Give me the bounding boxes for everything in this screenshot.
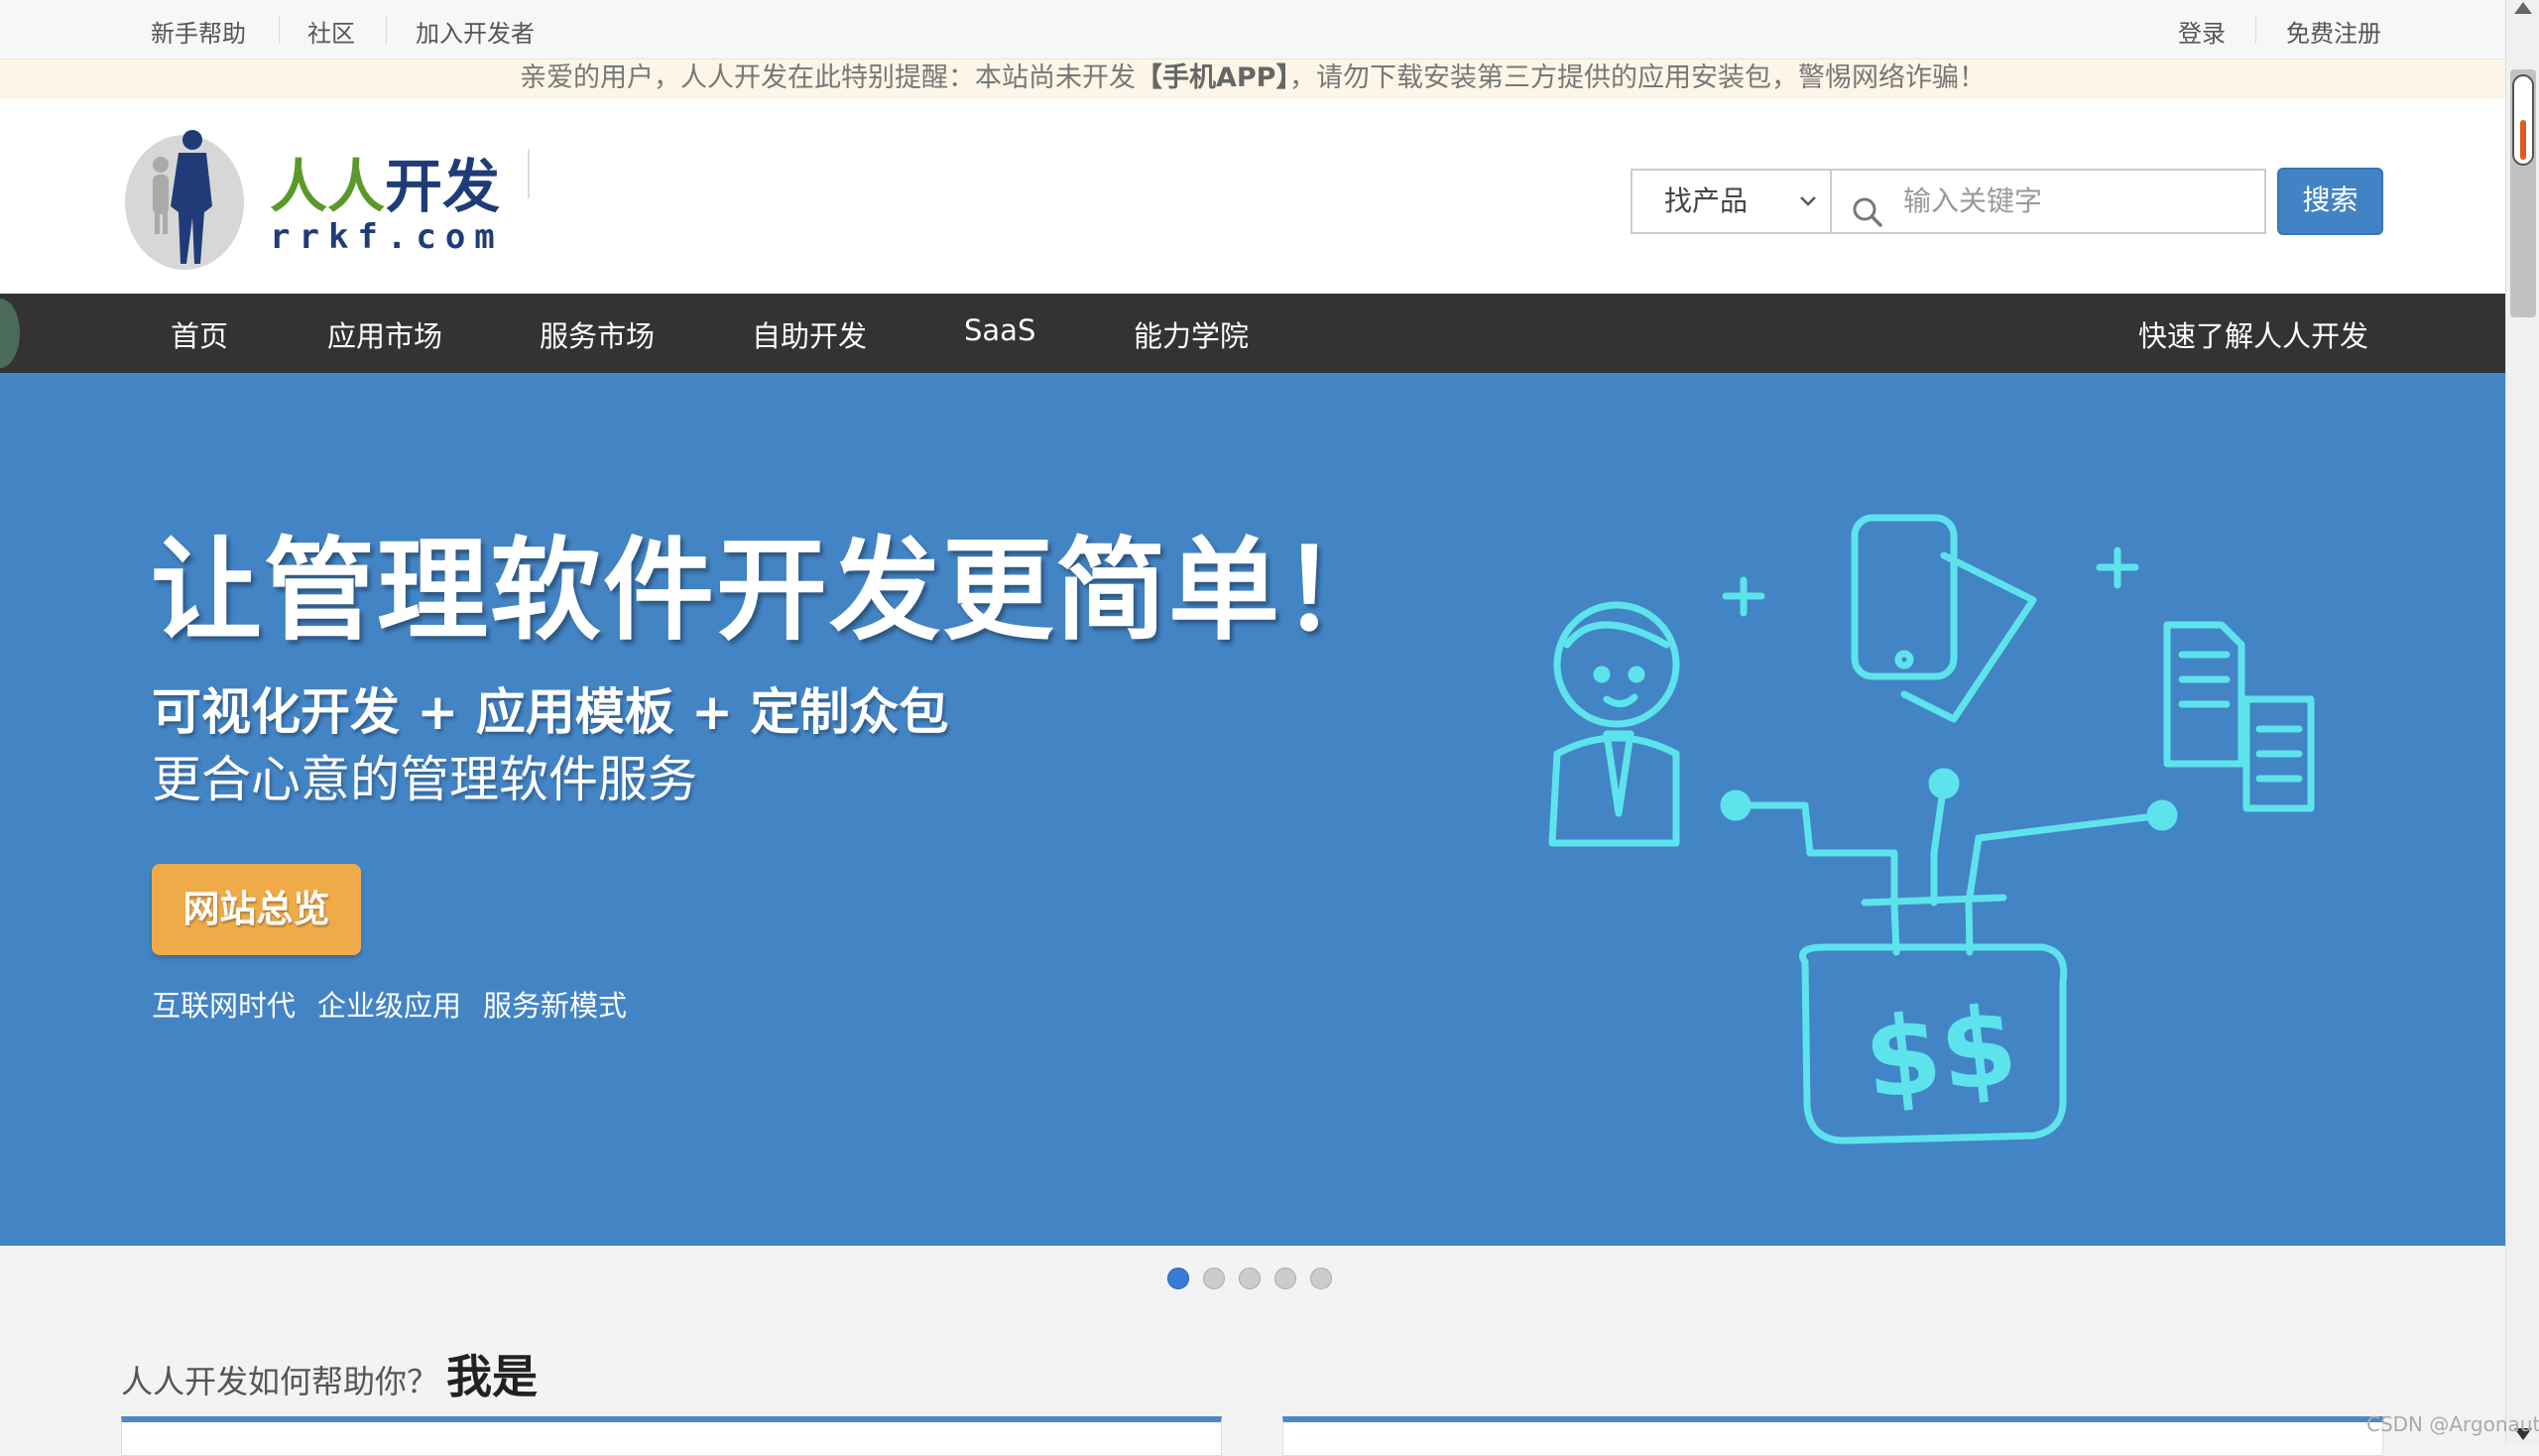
- hero-tag: 企业级应用: [317, 989, 462, 1023]
- divider: [2255, 16, 2256, 44]
- top-bar: 新手帮助 社区 加入开发者 登录 免费注册: [0, 0, 2505, 60]
- search-icon: [1852, 188, 1883, 250]
- logo-en: rrkf.com: [270, 217, 504, 257]
- chevron-down-icon: [1798, 171, 1818, 254]
- carousel-dot[interactable]: [1274, 1268, 1296, 1289]
- carousel-dot[interactable]: [1167, 1268, 1189, 1289]
- join-developer-link[interactable]: 加入开发者: [416, 14, 535, 49]
- carousel-dot[interactable]: [1203, 1268, 1225, 1289]
- carousel-dot[interactable]: [1310, 1268, 1332, 1289]
- overview-button[interactable]: 网站总览: [152, 864, 361, 955]
- help-answer: 我是: [446, 1350, 539, 1403]
- hero-tag: 互联网时代: [152, 989, 297, 1023]
- nav-academy[interactable]: 能力学院: [1134, 313, 1249, 355]
- scroll-up-icon[interactable]: [2514, 2, 2532, 14]
- hero-subtitle: 可视化开发 + 应用模板 + 定制众包: [152, 683, 949, 741]
- search-category-value: 找产品: [1664, 184, 1749, 217]
- hero-subtitle-2: 更合心意的管理软件服务: [152, 751, 697, 808]
- role-card-left[interactable]: [121, 1416, 1222, 1456]
- login-link[interactable]: 登录: [2178, 14, 2226, 49]
- role-card-right[interactable]: [1282, 1416, 2383, 1456]
- notice-banner: 亲爱的用户，人人开发在此特别提醒：本站尚未开发【手机APP】，请勿下载安装第三方…: [0, 60, 2505, 99]
- hero-title: 让管理软件开发更简单！: [151, 527, 1394, 656]
- search-input[interactable]: 输入关键字: [1832, 169, 2266, 234]
- nav-about[interactable]: 快速了解人人开发: [2138, 313, 2368, 355]
- watermark: CSDN @Argonaut: [2366, 1412, 2539, 1436]
- logo-cn-2: 开发: [385, 153, 500, 220]
- nav-home[interactable]: 首页: [171, 313, 228, 355]
- money-symbol: $$: [1859, 982, 2023, 1124]
- notice-text: 亲爱的用户，人人开发在此特别提醒：本站尚未开发: [520, 62, 1136, 93]
- help-link[interactable]: 新手帮助: [151, 14, 246, 49]
- notice-highlight: 【手机APP】: [1136, 62, 1289, 93]
- help-heading: 人人开发如何帮助你？ 我是: [121, 1341, 538, 1406]
- logo-cn-1: 人人: [270, 153, 385, 220]
- scroll-indicator: [2512, 74, 2534, 166]
- hero-tags: 互联网时代 企业级应用 服务新模式: [152, 983, 649, 1025]
- carousel-dot[interactable]: [1239, 1268, 1261, 1289]
- nav-saas[interactable]: SaaS: [964, 313, 1035, 347]
- nav-self-dev[interactable]: 自助开发: [752, 313, 867, 355]
- search-category-select[interactable]: 找产品: [1631, 169, 1832, 234]
- notice-text-end: ，请勿下载安装第三方提供的应用安装包，警惕网络诈骗！: [1288, 62, 1986, 93]
- nav-service-market[interactable]: 服务市场: [540, 313, 655, 355]
- logo-divider: [528, 149, 530, 198]
- hero-illustration: $$: [1527, 496, 2341, 1151]
- page-scrollbar[interactable]: [2505, 0, 2539, 1444]
- site-logo[interactable]: 人人 开发 rrkf.com: [121, 127, 528, 272]
- main-nav: 首页 应用市场 服务市场 自助开发 SaaS 能力学院 快速了解人人开发: [0, 294, 2505, 373]
- search-placeholder: 输入关键字: [1903, 184, 2043, 217]
- help-question: 人人开发如何帮助你？: [121, 1363, 439, 1400]
- search-button[interactable]: 搜索: [2277, 168, 2383, 235]
- community-link[interactable]: 社区: [307, 14, 355, 49]
- nav-app-market[interactable]: 应用市场: [327, 313, 442, 355]
- hero-tag: 服务新模式: [483, 989, 628, 1023]
- divider: [386, 16, 387, 44]
- divider: [279, 16, 280, 44]
- register-link[interactable]: 免费注册: [2286, 14, 2381, 49]
